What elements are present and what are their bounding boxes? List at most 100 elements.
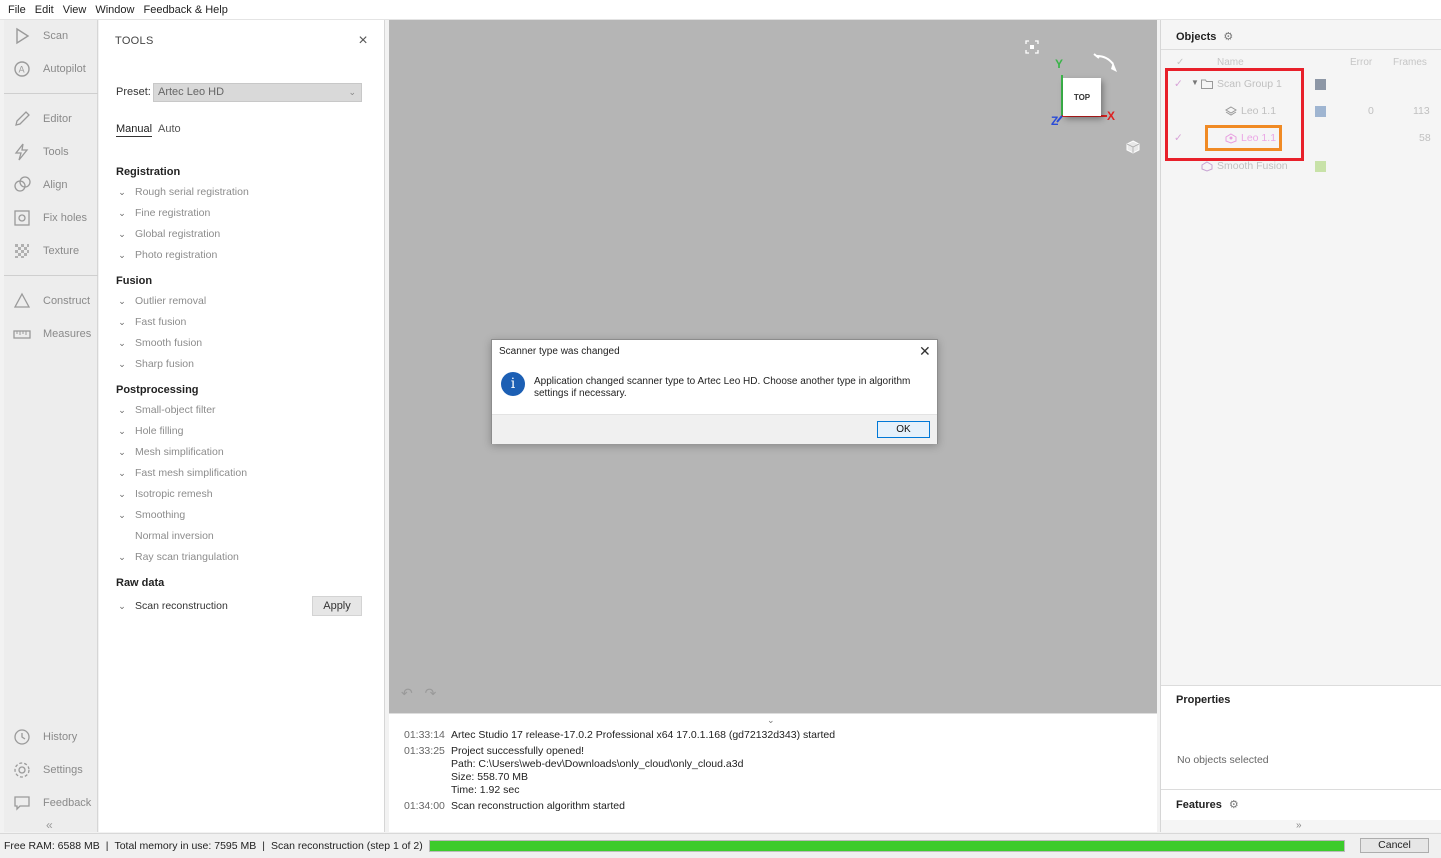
- status-separator: |: [105, 840, 109, 852]
- cancel-button[interactable]: Cancel: [1360, 838, 1429, 853]
- log-time: 01:34:00: [404, 800, 445, 812]
- nav-autopilot[interactable]: A Autopilot: [12, 57, 86, 81]
- nav-construct[interactable]: Construct: [12, 289, 90, 313]
- axis-z-label: Z: [1051, 114, 1059, 128]
- column-error: Error: [1350, 57, 1373, 68]
- close-icon[interactable]: ✕: [919, 343, 931, 360]
- nav-align[interactable]: Align: [12, 173, 67, 197]
- nav-feedback[interactable]: Feedback: [12, 791, 91, 815]
- chevron-down-icon: ⌄: [118, 337, 126, 348]
- model-icon: [1201, 161, 1213, 172]
- gear-icon[interactable]: ⚙: [1229, 798, 1239, 811]
- collapse-sidebar-button[interactable]: «: [46, 818, 53, 832]
- dialog-footer: OK: [492, 414, 937, 444]
- nav-scan[interactable]: Scan: [12, 24, 68, 48]
- object-color-swatch[interactable]: [1315, 161, 1326, 172]
- ok-button[interactable]: OK: [877, 421, 930, 438]
- properties-header: Properties: [1176, 694, 1230, 706]
- log-text: Scan reconstruction algorithm started: [451, 800, 625, 812]
- algo-label: Fast mesh simplification: [135, 467, 248, 479]
- nav-fix-holes[interactable]: Fix holes: [12, 206, 87, 230]
- algo-mesh-simplification[interactable]: ⌄ Mesh simplification: [117, 444, 223, 460]
- menu-window[interactable]: Window: [95, 4, 134, 16]
- menu-edit[interactable]: Edit: [35, 4, 54, 16]
- dialog-title: Scanner type was changed: [499, 346, 620, 357]
- redo-icon[interactable]: ↷: [425, 685, 437, 701]
- algo-rough-serial-registration[interactable]: ⌄ Rough serial registration: [117, 184, 249, 200]
- algo-fast-mesh-simplification[interactable]: ⌄ Fast mesh simplification: [117, 465, 247, 481]
- nav-align-label: Align: [43, 179, 68, 191]
- chevron-down-icon: ⌄: [118, 446, 126, 457]
- section-postprocessing: Postprocessing: [116, 384, 199, 396]
- algo-ray-scan-triangulation[interactable]: ⌄ Ray scan triangulation: [117, 549, 239, 565]
- collapse-log-icon[interactable]: ⌄: [767, 715, 775, 726]
- tab-auto[interactable]: Auto: [158, 123, 181, 135]
- log-text: Project successfully opened!: [451, 745, 585, 757]
- algo-label: Ray scan triangulation: [135, 551, 239, 563]
- algo-smooth-fusion[interactable]: ⌄ Smooth fusion: [117, 335, 202, 351]
- log-time: 01:33:25: [404, 745, 445, 757]
- nav-texture-label: Texture: [43, 245, 80, 257]
- apply-button[interactable]: Apply: [312, 596, 362, 616]
- log-detail-path: Path: C:\Users\web-dev\Downloads\only_cl…: [451, 758, 744, 770]
- menu-view[interactable]: View: [63, 4, 87, 16]
- nav-texture[interactable]: Texture: [12, 239, 79, 263]
- chat-icon: [14, 796, 30, 811]
- object-color-swatch[interactable]: [1315, 79, 1326, 90]
- chevron-down-icon: ⌄: [348, 87, 356, 97]
- algo-smoothing[interactable]: ⌄ Smoothing: [117, 507, 185, 523]
- algo-normal-inversion[interactable]: Normal inversion: [117, 528, 214, 544]
- info-icon: i: [501, 372, 525, 396]
- algo-fine-registration[interactable]: ⌄ Fine registration: [117, 205, 210, 221]
- axis-x-label: X: [1107, 109, 1116, 123]
- nav-history[interactable]: History: [12, 725, 77, 749]
- chevron-down-icon: ⌄: [118, 207, 126, 218]
- menu-feedback-help[interactable]: Feedback & Help: [143, 4, 227, 16]
- object-name: Smooth Fusion: [1217, 160, 1288, 172]
- algo-outlier-removal[interactable]: ⌄ Outlier removal: [117, 293, 206, 309]
- log-detail-time: Time: 1.92 sec: [451, 784, 520, 796]
- algo-label: Sharp fusion: [135, 358, 194, 370]
- play-icon: [16, 27, 30, 45]
- algo-small-object-filter[interactable]: ⌄ Small-object filter: [117, 402, 215, 418]
- nav-tools[interactable]: Tools: [12, 140, 69, 164]
- preset-select[interactable]: Artec Leo HD ⌄: [153, 83, 362, 102]
- nav-editor[interactable]: Editor: [12, 107, 72, 131]
- no-objects-text: No objects selected: [1177, 754, 1269, 766]
- object-color-swatch[interactable]: [1315, 106, 1326, 117]
- objects-title: Objects: [1176, 30, 1217, 43]
- features-title: Features: [1176, 798, 1222, 811]
- chevron-down-icon: ⌄: [118, 249, 126, 260]
- divider: [1161, 685, 1441, 686]
- view-cube-top-face[interactable]: TOP: [1063, 78, 1101, 116]
- expand-panel-button[interactable]: »: [1296, 820, 1302, 831]
- undo-icon[interactable]: ↶: [401, 685, 413, 701]
- properties-title: Properties: [1176, 694, 1231, 706]
- algo-isotropic-remesh[interactable]: ⌄ Isotropic remesh: [117, 486, 212, 502]
- chevron-down-icon: ⌄: [118, 316, 126, 327]
- nav-measures[interactable]: Measures: [12, 322, 91, 346]
- algo-label: Hole filling: [135, 425, 184, 437]
- dialog-message: Application changed scanner type to Arte…: [534, 376, 911, 399]
- algo-hole-filling[interactable]: ⌄ Hole filling: [117, 423, 183, 439]
- column-visibility-check: ✓: [1176, 57, 1185, 68]
- algo-scan-reconstruction[interactable]: ⌄ Scan reconstruction: [117, 598, 228, 614]
- gear-icon[interactable]: ⚙: [1223, 30, 1233, 43]
- nav-settings[interactable]: Settings: [12, 758, 83, 782]
- algo-global-registration[interactable]: ⌄ Global registration: [117, 226, 220, 242]
- perspective-cube-icon[interactable]: [1126, 140, 1140, 154]
- column-frames: Frames: [1393, 57, 1427, 68]
- column-name: Name: [1217, 57, 1244, 68]
- fit-view-icon[interactable]: [1025, 40, 1039, 54]
- algo-label: Photo registration: [135, 249, 218, 261]
- algo-fast-fusion[interactable]: ⌄ Fast fusion: [117, 314, 186, 330]
- algo-photo-registration[interactable]: ⌄ Photo registration: [117, 247, 217, 263]
- tab-manual[interactable]: Manual: [116, 123, 153, 137]
- close-icon[interactable]: ×: [355, 33, 371, 49]
- section-raw-data: Raw data: [116, 577, 165, 589]
- menu-file[interactable]: File: [8, 4, 26, 16]
- tools-title: TOOLS: [115, 35, 154, 47]
- divider: [1161, 789, 1441, 790]
- algo-sharp-fusion[interactable]: ⌄ Sharp fusion: [117, 356, 194, 372]
- preset-label: Preset:: [116, 86, 151, 98]
